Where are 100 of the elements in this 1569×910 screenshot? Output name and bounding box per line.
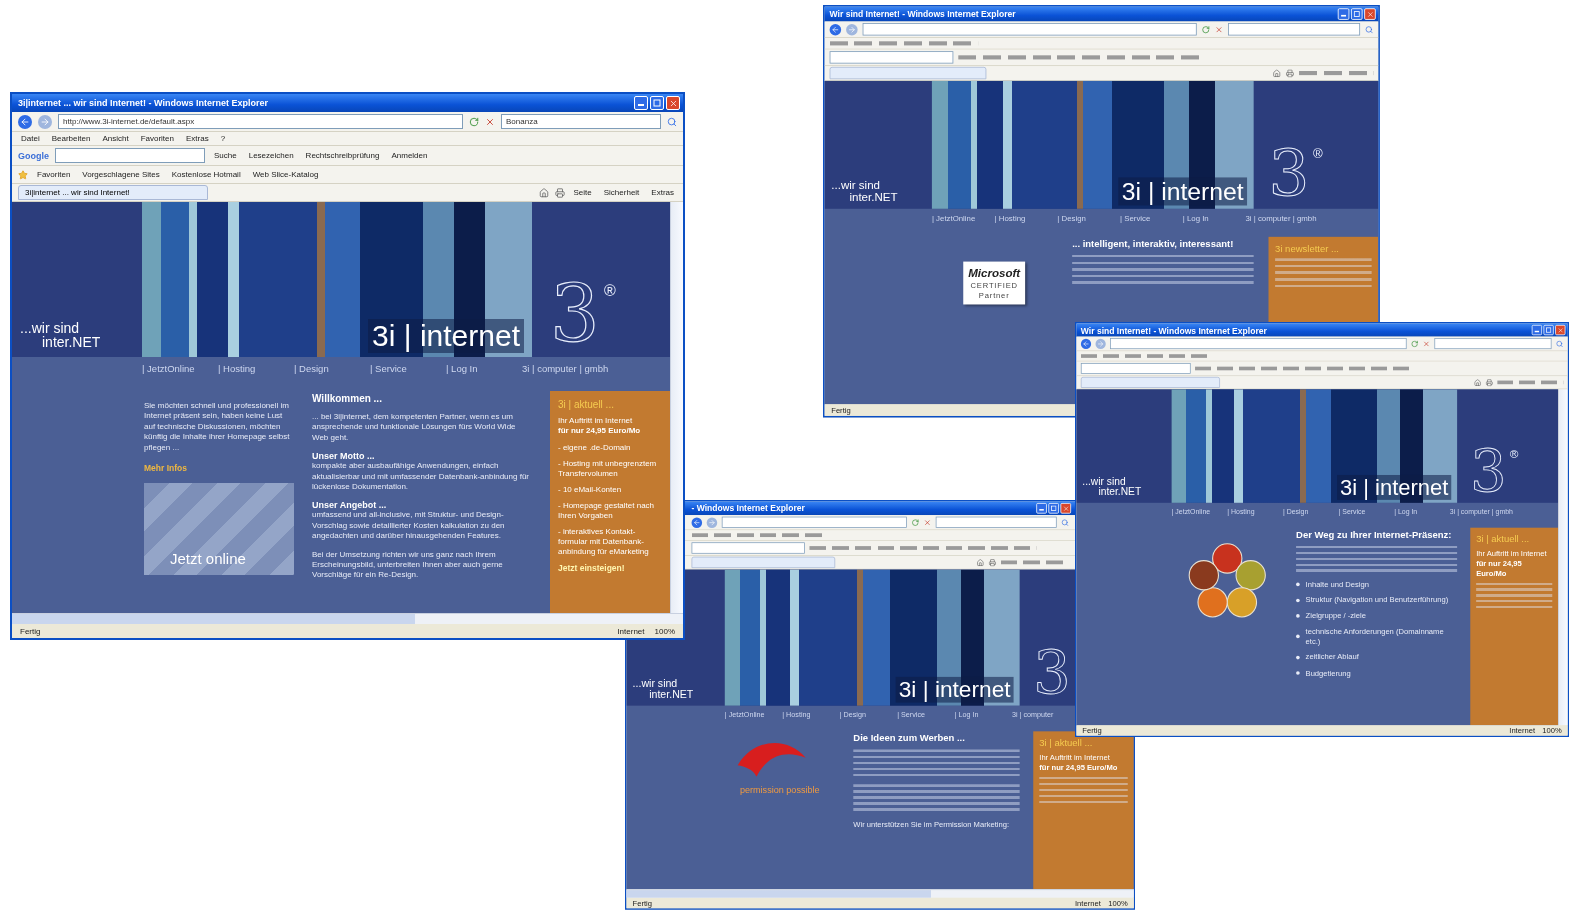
maximize-button[interactable] [1048,503,1059,514]
browser-tab[interactable] [691,556,836,569]
menu-item[interactable]: Datei [18,134,43,143]
logo-text: permission possible [739,784,820,795]
browser-tab[interactable]: 3i|internet ... wir sind Internet! [18,185,208,200]
nav-link[interactable]: | Hosting [218,362,294,374]
logo-numeral: 3 [1470,442,1507,500]
favorites-item[interactable]: Kostenlose Hotmail [168,170,244,179]
menu-item[interactable]: ? [217,134,229,143]
scrollbar[interactable] [626,889,1134,898]
printer-icon[interactable] [554,187,565,198]
tagline: ...wir sind inter.NET [20,321,101,349]
printer-icon[interactable] [1285,68,1295,78]
command-button[interactable]: Extras [648,188,677,197]
block-title: Unser Angebot ... [312,500,388,511]
search-icon[interactable] [667,116,677,127]
address-field[interactable] [721,516,907,528]
panel-heading: 3i | aktuell ... [558,399,615,410]
star-icon[interactable] [18,169,28,180]
bullet-icon [1296,598,1300,603]
address-field[interactable] [1110,338,1407,350]
brand-title: 3i | internet [368,319,524,353]
panel-heading: 3i | aktuell ... [1476,533,1531,545]
bullet-icon [1296,671,1300,675]
back-icon[interactable] [1080,338,1092,349]
menu-item[interactable]: Bearbeiten [48,134,94,143]
toolbar-button[interactable]: Suche [211,151,240,160]
forward-icon[interactable] [1095,338,1106,349]
back-icon[interactable] [18,114,32,129]
back-icon[interactable] [691,517,703,528]
nav-link[interactable]: | Service [370,362,446,374]
search-field[interactable] [1228,23,1361,36]
toolbar-button[interactable]: Rechtschreibprüfung [302,151,383,160]
close-button[interactable] [1364,8,1376,20]
search-field[interactable] [935,516,1057,528]
search-field[interactable]: Bonanza [501,114,661,129]
home-icon[interactable] [1272,68,1281,78]
toolbar-button[interactable]: Lesezeichen [245,151,297,160]
search-field[interactable] [1434,338,1552,350]
minimize-button[interactable] [634,96,648,110]
command-button[interactable]: Sicherheit [600,188,643,197]
scrollbar[interactable] [1558,389,1568,726]
maximize-button[interactable] [650,96,664,110]
minimize-button[interactable] [1337,8,1350,20]
close-button[interactable] [666,96,680,110]
forward-icon[interactable] [846,23,858,36]
close-button[interactable] [1060,503,1072,514]
maximize-icon [1353,10,1361,18]
paragraph: Bei der Umsetzung richten wir uns ganz nach Ihrem Erscheinungsbild, unterbreiten Ihnen aber auch gerne Vorschläge für ein Re-Design. [312,549,504,581]
search-icon[interactable] [1365,25,1374,34]
toolbar-search-field[interactable] [691,542,805,554]
panel-heading: 3i newsletter ... [1275,243,1340,254]
home-icon[interactable] [538,187,549,198]
logo-numeral: 3 [1268,141,1310,206]
section-heading: Die Ideen zum Werben ... [853,732,966,744]
menu-item[interactable]: Extras [183,134,212,143]
favorites-item[interactable]: Favoriten [34,170,74,179]
back-icon[interactable] [829,23,842,36]
toolbar-search-field[interactable] [829,51,954,64]
menu-item[interactable]: Ansicht [99,134,132,143]
maximize-button[interactable] [1543,324,1554,336]
refresh-icon[interactable] [1201,25,1210,34]
signup-link[interactable]: Jetzt einsteigen! [558,562,662,573]
browser-tab[interactable] [1080,376,1220,388]
close-button[interactable] [1555,324,1566,336]
offer-item: - interaktives Kontakt-formular mit Datenbank-anbindung für eMarketing [558,526,650,557]
stop-icon[interactable] [1214,25,1224,34]
nav-link[interactable]: | Design [294,362,370,374]
status-text: Fertig [20,626,41,636]
refresh-icon[interactable] [469,116,479,127]
scrollbar[interactable] [670,202,683,613]
toolbar-search-field[interactable] [1080,363,1191,374]
bullet-icon [1296,614,1300,618]
toolbar-button[interactable]: Anmelden [388,151,431,160]
section-heading: Willkommen ... [312,393,383,404]
panel-heading: 3i | aktuell ... [1039,737,1094,748]
nav-link[interactable]: | JetztOnline [142,362,218,374]
section-heading: ... intelligent, interaktiv, interessant! [1072,238,1235,249]
close-icon [1366,10,1374,18]
address-field[interactable]: http://www.3i-internet.de/default.aspx [58,114,463,129]
scrollbar[interactable] [12,613,683,624]
command-button[interactable]: Seite [570,188,595,197]
minimize-button[interactable] [1036,503,1047,514]
bullet-icon [1296,582,1300,587]
zoom-level[interactable]: 100% [654,626,675,636]
nav-link[interactable]: | Log In [446,362,522,374]
stop-icon[interactable] [485,116,495,127]
more-info-link[interactable]: Mehr Infos [144,462,187,473]
forward-icon[interactable] [706,517,718,528]
maximize-button[interactable] [1351,8,1363,20]
favorites-item[interactable]: Vorgeschlagene Sites [79,170,163,179]
favorites-item[interactable]: Web Slice-Katalog [249,170,322,179]
toolbar-search-field[interactable] [55,148,205,163]
browser-tab[interactable] [829,66,987,80]
menu-item[interactable]: Favoriten [137,134,177,143]
offer-item: - eigene .de-Domain [558,442,632,453]
minimize-button[interactable] [1531,324,1542,336]
address-field[interactable] [862,23,1197,36]
forward-icon[interactable] [38,114,52,129]
nav-link[interactable]: 3i | computer | gmbh [522,362,609,374]
